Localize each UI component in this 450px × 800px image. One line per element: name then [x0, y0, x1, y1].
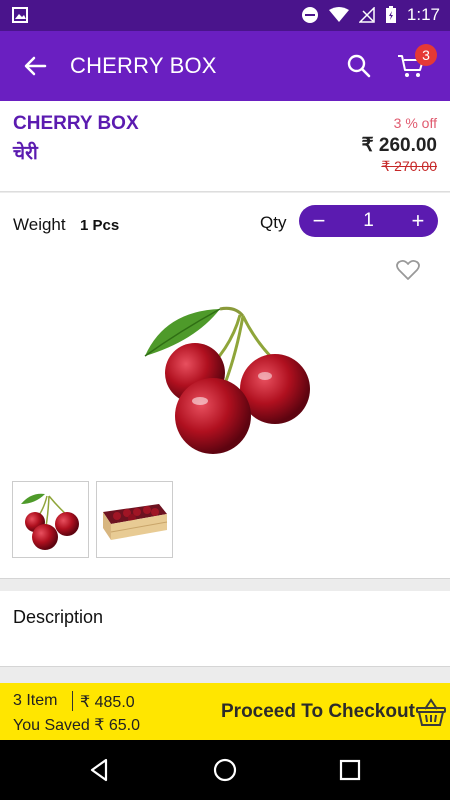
- system-navigation-bar: [0, 740, 450, 800]
- status-time: 1:17: [406, 5, 440, 24]
- proceed-to-checkout-button[interactable]: Proceed To Checkout: [221, 701, 415, 723]
- cart-total: ₹ 485.0: [80, 694, 135, 711]
- divider: [72, 691, 73, 711]
- quantity-stepper: − 1 +: [299, 205, 438, 237]
- arrow-back-icon[interactable]: [22, 53, 48, 79]
- checkout-bar: 3 Item ₹ 485.0 You Saved ₹ 65.0 Proceed …: [0, 683, 450, 740]
- description-label: Description: [13, 607, 104, 627]
- increase-qty-button[interactable]: +: [398, 208, 438, 234]
- decrease-qty-button[interactable]: −: [299, 208, 339, 234]
- dnd-icon: [301, 7, 318, 23]
- cart-count-badge: 3: [415, 44, 437, 66]
- nav-home-icon[interactable]: [211, 756, 239, 784]
- thumbnail-cherry-box[interactable]: [96, 481, 173, 558]
- description-section[interactable]: Description: [0, 591, 450, 667]
- gallery-icon: [12, 7, 28, 23]
- product-details-card: Weight 1 Pcs Qty − 1 +: [0, 193, 450, 579]
- product-name-hindi: चेरी: [13, 142, 38, 164]
- thumbnail-cherries[interactable]: [12, 481, 89, 558]
- weight-label: Weight: [13, 215, 66, 234]
- savings-text: You Saved ₹ 65.0: [13, 717, 141, 734]
- item-count: 3 Item: [13, 692, 58, 709]
- app-bar: CHERRY BOX 3: [0, 31, 450, 101]
- page-title: CHERRY BOX: [70, 53, 217, 78]
- nav-back-icon[interactable]: [86, 756, 114, 784]
- wifi-icon: [328, 7, 349, 22]
- product-header: CHERRY BOX चेरी 3 % off ₹ 260.00 ₹ 270.0…: [0, 101, 450, 192]
- signal-icon: [358, 7, 375, 23]
- product-image: [144, 306, 310, 454]
- discount-label: 3 % off: [393, 115, 437, 131]
- basket-icon[interactable]: [415, 697, 447, 727]
- qty-value: 1: [363, 210, 374, 231]
- product-mrp: ₹ 270.00: [381, 158, 437, 174]
- heart-outline-icon[interactable]: [395, 257, 421, 283]
- product-price: ₹ 260.00: [361, 135, 437, 156]
- search-icon[interactable]: [346, 53, 372, 79]
- status-bar: 1:17: [0, 0, 450, 31]
- product-name: CHERRY BOX: [13, 113, 139, 134]
- battery-icon: [385, 6, 396, 23]
- weight-value: 1 Pcs: [80, 217, 120, 234]
- nav-recents-icon[interactable]: [336, 756, 364, 784]
- qty-label: Qty: [260, 213, 287, 232]
